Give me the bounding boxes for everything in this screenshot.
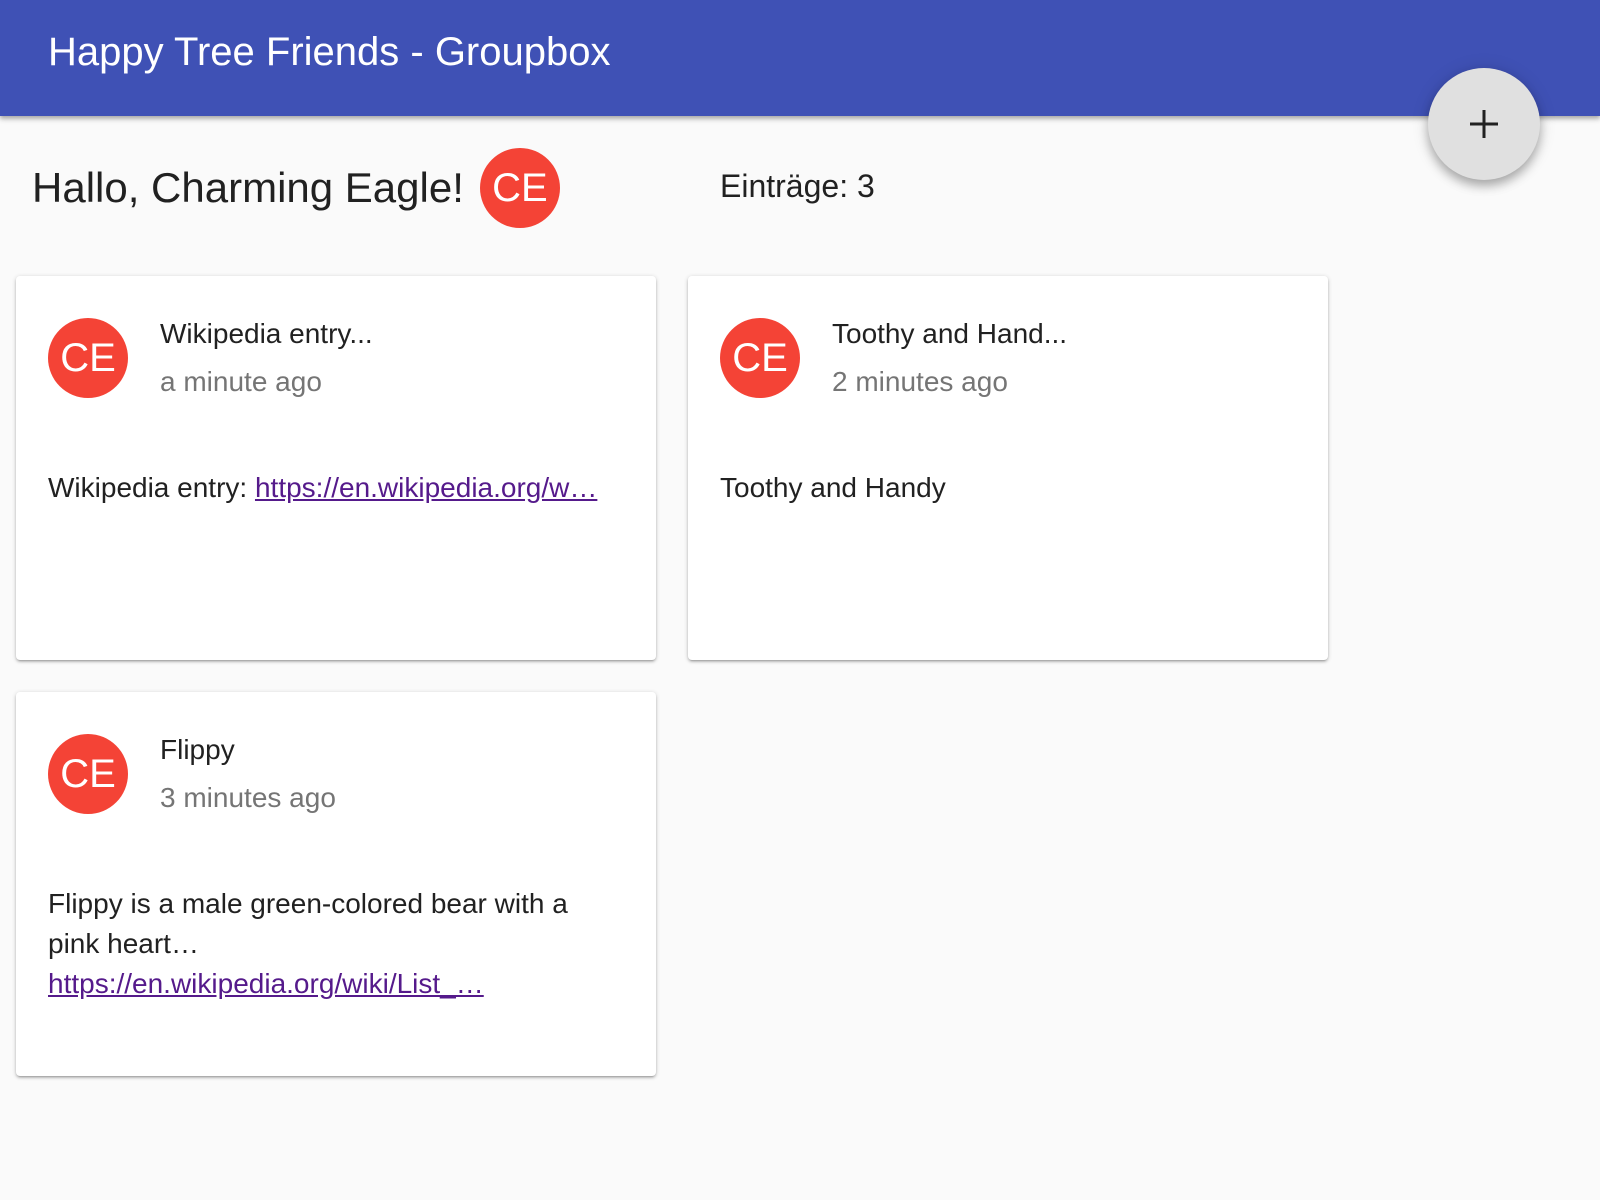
- add-entry-button[interactable]: [1428, 68, 1540, 180]
- card-avatar: CE: [48, 318, 128, 398]
- entry-card[interactable]: CE Flippy 3 minutes ago Flippy is a male…: [16, 692, 656, 1076]
- card-link[interactable]: https://en.wikipedia.org/w…: [255, 472, 597, 503]
- app-bar: Happy Tree Friends - Groupbox: [0, 0, 1600, 116]
- card-timestamp: 3 minutes ago: [160, 782, 336, 813]
- card-text: Toothy and Handy: [720, 472, 946, 503]
- card-text: Wikipedia entry:: [48, 472, 255, 503]
- card-avatar: CE: [720, 318, 800, 398]
- card-text: Flippy is a male green-colored bear with…: [48, 888, 568, 959]
- greeting-text: Hallo, Charming Eagle!: [32, 164, 464, 211]
- card-header-text: Toothy and Hand... 2 minutes ago: [832, 316, 1067, 400]
- card-header: CE Wikipedia entry... a minute ago: [48, 316, 373, 400]
- card-title: Wikipedia entry...: [160, 318, 373, 349]
- card-title: Toothy and Hand...: [832, 318, 1068, 349]
- entry-card[interactable]: CE Toothy and Hand... 2 minutes ago Toot…: [688, 276, 1328, 660]
- card-content: Toothy and Handy: [720, 468, 1296, 508]
- greeting: Hallo, Charming Eagle! CE: [32, 148, 560, 228]
- card-header: CE Flippy 3 minutes ago: [48, 732, 336, 816]
- card-content: Flippy is a male green-colored bear with…: [48, 884, 624, 1004]
- card-header-text: Wikipedia entry... a minute ago: [160, 316, 373, 400]
- user-avatar: CE: [479, 148, 560, 228]
- card-avatar: CE: [48, 734, 128, 814]
- card-timestamp: a minute ago: [160, 366, 322, 397]
- card-header-text: Flippy 3 minutes ago: [160, 732, 336, 816]
- entry-cards: CE Wikipedia entry... a minute ago Wikip…: [16, 276, 1344, 1076]
- plus-icon: [1470, 110, 1498, 138]
- app-title: Happy Tree Friends - Groupbox: [48, 30, 611, 74]
- entry-card[interactable]: CE Wikipedia entry... a minute ago Wikip…: [16, 276, 656, 660]
- card-content: Wikipedia entry: https://en.wikipedia.or…: [48, 468, 624, 508]
- card-link[interactable]: https://en.wikipedia.org/wiki/List_…: [48, 968, 484, 999]
- card-title: Flippy: [160, 734, 235, 765]
- card-timestamp: 2 minutes ago: [832, 366, 1008, 397]
- card-header: CE Toothy and Hand... 2 minutes ago: [720, 316, 1067, 400]
- entry-count: Einträge: 3: [720, 168, 875, 204]
